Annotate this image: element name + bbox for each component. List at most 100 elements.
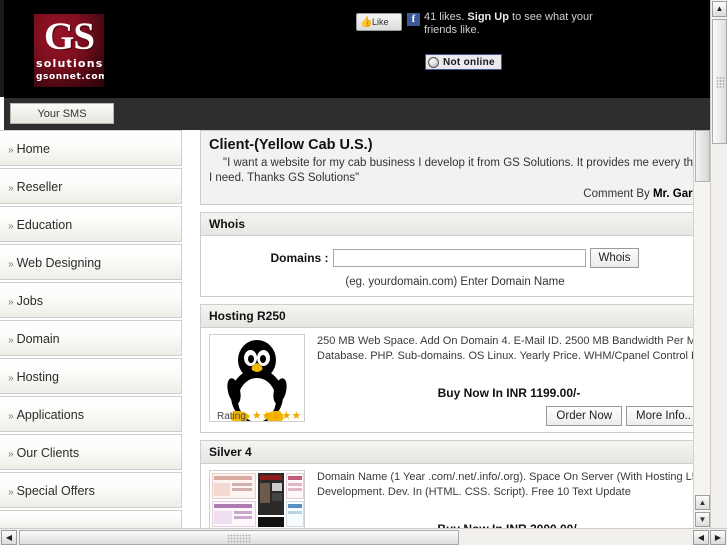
sidebar-item-label: Reseller <box>16 180 63 194</box>
page-viewport: GS solutions gsonnet.com 👍 Like f 41 lik… <box>0 0 710 528</box>
product-price: Buy Now In INR 2000.00/- <box>317 500 701 528</box>
chevron-double-right-icon: » <box>8 145 14 156</box>
scroll-thumb-vertical[interactable] <box>712 19 727 144</box>
browser-scrollbar-vertical[interactable]: ▲ <box>710 0 727 528</box>
sidebar-item-label: Special Offers <box>16 484 95 498</box>
sidebar-item-special-offers[interactable]: » Special Offers <box>0 472 182 508</box>
facebook-likes-count: 41 likes. <box>424 11 468 23</box>
tab-your-sms-label: Your SMS <box>37 108 87 120</box>
product-description: 250 MB Web Space. Add On Domain 4. E-Mai… <box>317 334 710 364</box>
product-rating: Rating ★★★★★ <box>217 409 301 422</box>
whois-panel: Whois Domains : Whois (eg. yourdomain.com… <box>200 212 710 297</box>
client-testimonial-panel: Client-(Yellow Cab U.S.) "I want a websi… <box>200 130 710 205</box>
sidebar-item-label: Web Designing <box>16 256 102 270</box>
scroll-grip-icon <box>227 534 251 543</box>
chevron-double-right-icon: » <box>8 259 14 270</box>
product-footer: Rating ★★★★★ Order Now More Info.. <box>209 406 701 428</box>
sidebar-item-domain[interactable]: » Domain <box>0 320 182 356</box>
product-body: 250 MB Web Space. Add On Domain 4. E-Mai… <box>201 328 710 432</box>
product-description-line-2: Database. PHP. Sub-domains. OS Linux. Ye… <box>317 350 710 362</box>
product-rating-label: Rating <box>217 411 246 422</box>
star-rating-icon: ★★★★★ <box>251 410 302 422</box>
browser-scrollbar-horizontal[interactable]: ◀ ◀ ▶ <box>0 528 727 545</box>
page-content: » Home » Reseller » Education » Web Designin… <box>0 130 710 528</box>
sidebar-item-label: Our Clients <box>16 446 80 460</box>
sidebar-item-label: Domain <box>16 332 60 346</box>
main-column: Client-(Yellow Cab U.S.) "I want a websi… <box>200 130 710 528</box>
sidebar-nav: » Home » Reseller » Education » Web Designin… <box>0 130 182 528</box>
main-navbar: Your SMS <box>4 97 710 130</box>
facebook-signup-link[interactable]: Sign Up <box>467 11 509 23</box>
sidebar-item-reseller[interactable]: » Reseller <box>0 168 182 204</box>
chat-status-badge[interactable]: Not online <box>425 54 502 70</box>
scroll-grip-icon <box>716 76 725 87</box>
chevron-double-right-icon: » <box>8 297 14 308</box>
content-scrollbar-vertical[interactable]: ▲ ▼ <box>693 130 710 528</box>
whois-hint-text: (eg. yourdomain.com) Enter Domain Name <box>345 276 565 288</box>
product-panel-hosting-r250: Hosting R250 250 MB Web Space. Add On Do… <box>200 304 710 433</box>
chevron-double-right-icon: » <box>8 449 14 460</box>
chevron-double-right-icon: » <box>8 373 14 384</box>
facebook-like-button[interactable]: 👍 Like <box>356 13 402 31</box>
client-quote-line-1: "I want a website for my cab business I … <box>223 157 710 169</box>
product-description: Domain Name (1 Year .com/.net/.info/.org… <box>317 470 710 500</box>
scroll-left-button[interactable]: ◀ <box>1 530 17 545</box>
facebook-f-icon: f <box>407 13 420 26</box>
product-description-line-1: 250 MB Web Space. Add On Domain 4. E-Mai… <box>317 335 710 347</box>
whois-domains-label: Domains : <box>270 251 329 266</box>
sidebar-item-our-clients[interactable]: » Our Clients <box>0 434 182 470</box>
content-scroll-up-button[interactable]: ▲ <box>695 495 710 510</box>
whois-form-row: Domains : Whois <box>209 242 701 270</box>
content-scroll-down-button[interactable]: ▼ <box>695 512 710 527</box>
sidebar-item-label: Jobs <box>16 294 43 308</box>
sidebar-item-extra[interactable] <box>0 510 182 528</box>
client-quote-line-2: I need. Thanks GS Solutions" <box>209 172 360 184</box>
more-info-button[interactable]: More Info.. <box>626 406 701 426</box>
website-mosaic-icon <box>210 471 304 528</box>
sidebar-item-label: Hosting <box>16 370 59 384</box>
product-thumbnail-website-mosaic[interactable] <box>209 470 305 528</box>
globe-icon <box>428 57 439 68</box>
browser-page: GS solutions gsonnet.com 👍 Like f 41 lik… <box>0 0 727 545</box>
sidebar-item-home[interactable]: » Home <box>0 130 182 166</box>
scroll-thumb-horizontal[interactable] <box>19 530 459 545</box>
facebook-like-label: Like <box>372 17 389 27</box>
sidebar-item-jobs[interactable]: » Jobs <box>0 282 182 318</box>
client-comment-prefix: Comment By <box>583 188 653 200</box>
order-now-button[interactable]: Order Now <box>546 406 623 426</box>
client-quote: "I want a website for my cab business I … <box>209 156 710 186</box>
product-panel-silver-4: Silver 4 Domain Name (1 Year .com/.net/.… <box>200 440 710 528</box>
chevron-double-right-icon: » <box>8 487 14 498</box>
sidebar-item-label: Education <box>16 218 73 232</box>
whois-panel-title: Whois <box>201 213 709 236</box>
client-comment-by: Comment By Mr. Gary <box>209 188 701 200</box>
scroll-left-button-right-pair[interactable]: ◀ <box>693 530 709 545</box>
scroll-right-button[interactable]: ▶ <box>710 530 726 545</box>
product-title: Silver 4 <box>201 441 709 464</box>
scroll-up-button[interactable]: ▲ <box>712 1 727 17</box>
content-scrollbar-thumb[interactable] <box>695 130 710 182</box>
sidebar-item-label: Home <box>16 142 50 156</box>
chevron-double-right-icon: » <box>8 221 14 232</box>
chat-status-label: Not online <box>443 57 495 68</box>
facebook-social-text: 41 likes. Sign Up to see what your frien… <box>424 11 624 37</box>
whois-submit-button[interactable]: Whois <box>589 248 640 268</box>
whois-panel-body: Domains : Whois (eg. yourdomain.com) Ente… <box>201 236 709 296</box>
sidebar-item-web-designing[interactable]: » Web Designing <box>0 244 182 280</box>
logo-solutions-text: solutions <box>36 57 104 70</box>
whois-domain-input[interactable] <box>332 249 586 267</box>
chevron-double-right-icon: » <box>8 335 14 346</box>
product-buttons: Order Now More Info.. <box>542 406 701 426</box>
sidebar-item-education[interactable]: » Education <box>0 206 182 242</box>
tab-your-sms[interactable]: Your SMS <box>10 103 114 124</box>
sidebar-item-applications[interactable]: » Applications <box>0 396 182 432</box>
product-body: Domain Name (1 Year .com/.net/.info/.org… <box>201 464 710 528</box>
sidebar-item-label: Applications <box>16 408 84 422</box>
product-description-line-2: Development. Dev. In (HTML. CSS. Script)… <box>317 486 631 498</box>
logo-mark: GS <box>43 15 95 58</box>
site-logo[interactable]: GS solutions gsonnet.com <box>34 14 104 87</box>
site-header: GS solutions gsonnet.com 👍 Like f 41 lik… <box>0 0 710 97</box>
product-title: Hosting R250 <box>201 305 709 328</box>
chevron-double-right-icon: » <box>8 411 14 422</box>
sidebar-item-hosting[interactable]: » Hosting <box>0 358 182 394</box>
